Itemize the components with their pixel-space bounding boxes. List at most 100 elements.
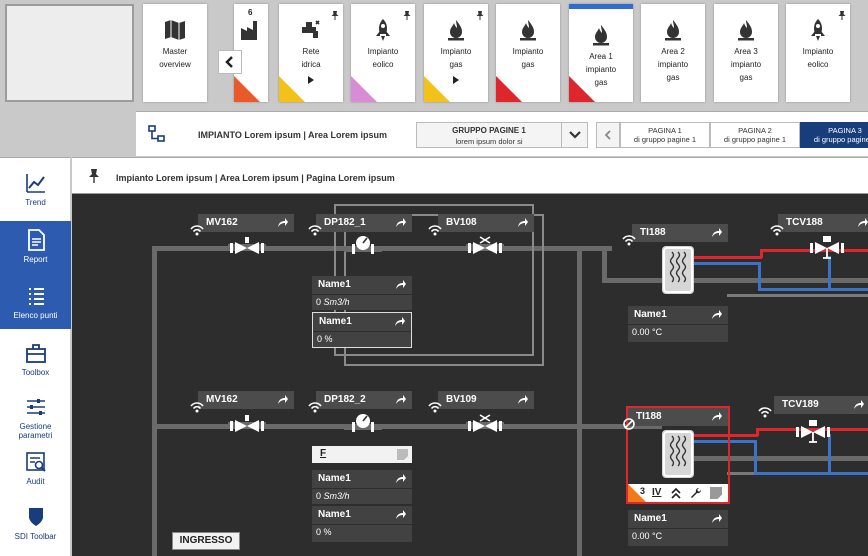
value-card[interactable]: Name1 0 Sm3/h — [312, 470, 412, 504]
sidebar-item-report[interactable]: Report — [0, 221, 71, 277]
wireless-icon — [308, 402, 322, 413]
toolbox-icon — [26, 344, 46, 363]
page-tile-area2[interactable]: Area 2 impianto gas — [641, 4, 705, 102]
sidebar-item-audit[interactable]: Audit — [0, 443, 71, 495]
wireless-off-icon — [623, 418, 635, 430]
valve-tcv188[interactable] — [808, 236, 846, 260]
page-tile-impianto-gas[interactable]: Impianto gas — [424, 4, 488, 102]
sidebar-item-sdi-toolbar[interactable]: SDI Toolbar — [0, 498, 71, 550]
share-icon[interactable] — [711, 513, 723, 524]
share-icon[interactable] — [277, 394, 289, 405]
factory-icon — [241, 21, 257, 40]
heat-exchanger[interactable] — [662, 246, 694, 294]
chevron-left-icon — [604, 130, 611, 140]
pin-icon[interactable] — [838, 10, 846, 20]
tile-count: 6 — [248, 8, 253, 17]
pin-icon[interactable] — [476, 10, 484, 20]
page-tile-area3[interactable]: Area 3 impianto gas — [714, 4, 778, 102]
value-card[interactable]: Name1 0 Sm3/h — [312, 276, 412, 310]
group-title: GRUPPO PAGINE 1 — [452, 126, 526, 135]
status-corner — [569, 76, 595, 102]
tag-bv108[interactable]: BV108 — [438, 214, 534, 232]
tag-tcv189[interactable]: TCV189 — [774, 396, 868, 414]
valve-mv162-2[interactable] — [228, 414, 266, 438]
valve-bv109[interactable] — [466, 414, 504, 438]
tag-tcv188[interactable]: TCV188 — [778, 214, 868, 232]
sidebar-item-gestione-parametri[interactable]: Gestione parametri — [0, 388, 71, 440]
page-title: Impianto Lorem ipsum | Area Lorem ipsum … — [116, 173, 395, 183]
share-icon[interactable] — [853, 399, 865, 410]
share-icon[interactable] — [517, 217, 529, 228]
page-tile-master[interactable]: Master overview — [143, 4, 207, 102]
share-icon[interactable] — [395, 279, 407, 290]
tag-mv162[interactable]: MV162 — [198, 391, 294, 409]
share-icon[interactable] — [395, 509, 407, 520]
sliders-icon — [27, 399, 45, 415]
left-sidebar: Trend Report Elenco punti Toolbox Gestione p… — [0, 157, 71, 556]
share-icon[interactable] — [395, 473, 407, 484]
share-icon[interactable] — [711, 227, 723, 238]
valve-tcv189[interactable] — [794, 420, 832, 444]
sidebar-item-label: Audit — [26, 477, 45, 486]
tile-label: Impianto gas — [512, 47, 544, 69]
tag-ti188[interactable]: TI188 — [632, 224, 728, 242]
sidebar-item-label: Gestione parametri — [18, 422, 53, 440]
valve-bv108[interactable] — [466, 236, 504, 260]
tag-bv109[interactable]: BV109 — [438, 391, 534, 409]
sidebar-item-toolbox[interactable]: Toolbox — [0, 334, 71, 386]
report-icon — [28, 229, 45, 251]
share-icon[interactable] — [711, 411, 723, 422]
flame-icon — [593, 25, 609, 46]
value-card[interactable]: Name1 0 % — [312, 506, 412, 542]
value-card[interactable]: Name1 0.00 °C — [628, 306, 728, 342]
map-icon — [165, 20, 185, 40]
wireless-icon — [190, 225, 204, 236]
page-pager: PAGINA 1 di gruppo pagine 1 PAGINA 2 di gru… — [596, 122, 868, 148]
page-tile-impianto-eolico[interactable]: Impianto eolico — [351, 4, 415, 102]
value-card[interactable]: Name1 0.00 °C — [628, 510, 728, 546]
note-icon — [710, 487, 722, 499]
pin-icon[interactable] — [403, 10, 411, 20]
strip-prev-button[interactable] — [218, 50, 242, 74]
valve-dp182-1[interactable] — [344, 234, 382, 258]
page-tile-rete-idrica[interactable]: Rete idrica — [279, 4, 343, 102]
tag-mv162[interactable]: MV162 — [198, 214, 294, 232]
pin-icon[interactable] — [331, 10, 339, 20]
page-group-select[interactable]: GRUPPO PAGINE 1 lorem ipsum dolor si — [416, 122, 588, 148]
flow-tag[interactable]: F — [312, 446, 412, 463]
share-icon[interactable] — [277, 217, 289, 228]
valve-dp182-2[interactable] — [344, 412, 382, 436]
valve-mv162[interactable] — [228, 236, 266, 260]
tag-ti188-alarm[interactable]: TI188 — [628, 408, 728, 426]
overview-thumbnail[interactable] — [5, 4, 134, 102]
page-tile-strip: Master overview 6 Rete idrica Impianto eoli… — [0, 0, 868, 110]
alarm-status-strip[interactable]: 3 IV — [628, 484, 728, 502]
app-root: Master overview 6 Rete idrica Impianto eoli… — [0, 0, 868, 556]
audit-icon — [26, 452, 46, 472]
pin-icon[interactable] — [88, 168, 100, 184]
page-tile-impianto-eolico-2[interactable]: Impianto eolico — [786, 4, 850, 102]
share-icon[interactable] — [857, 217, 868, 228]
sidebar-item-elenco-punti[interactable]: Elenco punti — [0, 277, 71, 329]
hierarchy-icon[interactable] — [148, 125, 166, 143]
value-card[interactable]: Name1 0 % — [312, 312, 412, 348]
page-tab-2[interactable]: PAGINA 2 di gruppo pagine 1 — [710, 122, 800, 148]
share-icon[interactable] — [395, 394, 407, 405]
page-tab-3[interactable]: PAGINA 3di gruppo pagine 1 — [800, 122, 868, 148]
page-tab-1[interactable]: PAGINA 1 di gruppo pagine 1 — [620, 122, 710, 148]
tile-label: Rete idrica — [301, 47, 321, 69]
tag-dp182-1[interactable]: DP182_1 — [316, 214, 412, 232]
tag-dp182-2[interactable]: DP182_2 — [316, 391, 412, 409]
share-icon[interactable] — [517, 394, 529, 405]
share-icon[interactable] — [394, 316, 406, 327]
ingresso-label[interactable]: INGRESSO — [172, 532, 240, 550]
share-icon[interactable] — [395, 217, 407, 228]
page-tile-area1[interactable]: Area 1 impianto gas — [569, 4, 633, 102]
wireless-icon — [770, 225, 784, 236]
heat-exchanger[interactable] — [662, 430, 694, 478]
tile-label: Impianto eolico — [802, 47, 834, 69]
share-icon[interactable] — [711, 309, 723, 320]
page-tile-impianto-gas-2[interactable]: Impianto gas — [496, 4, 560, 102]
sidebar-item-trend[interactable]: Trend — [0, 164, 71, 216]
pager-prev-button[interactable] — [596, 122, 620, 148]
